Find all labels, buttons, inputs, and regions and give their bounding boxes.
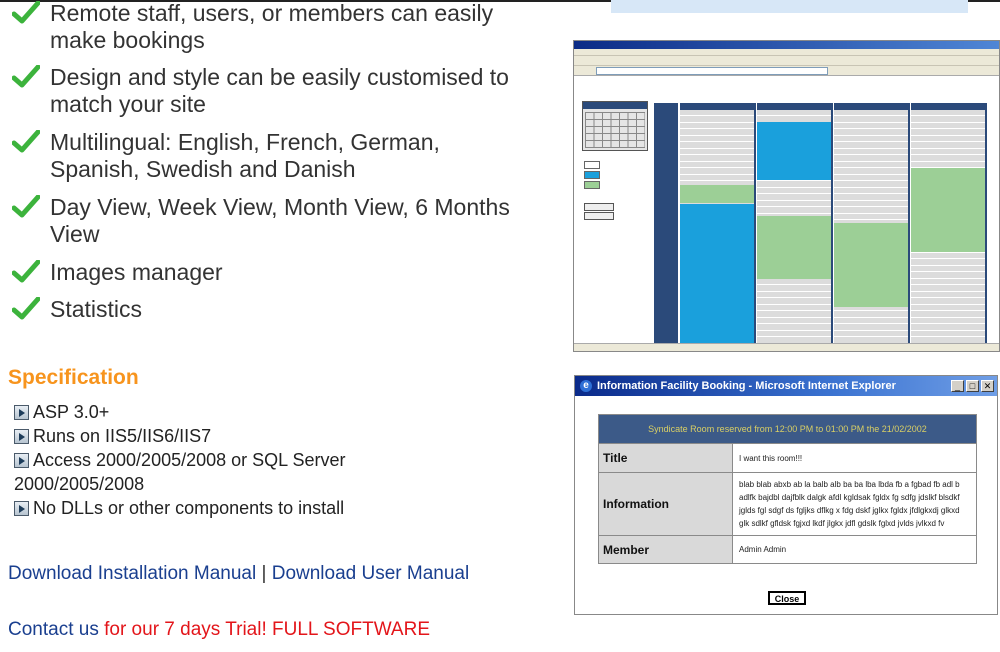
member-label: Member xyxy=(598,535,733,564)
checkmark-icon xyxy=(12,260,40,283)
maximize-icon[interactable]: □ xyxy=(966,380,979,392)
feature-item: Remote staff, users, or members can easi… xyxy=(12,0,520,54)
feature-item: Design and style can be easily customise… xyxy=(12,64,520,118)
feature-text: Statistics xyxy=(50,296,143,322)
browser-titlebar xyxy=(574,41,999,49)
browser-addressbar xyxy=(574,66,999,76)
room-column xyxy=(757,103,833,348)
time-column xyxy=(654,103,678,348)
feature-item: Images manager xyxy=(12,259,520,286)
window-controls: _ □ ✕ xyxy=(951,380,994,392)
top-banner-strip xyxy=(611,0,968,13)
close-icon[interactable]: ✕ xyxy=(981,380,994,392)
spec-item-text: Runs on IIS5/IIS6/IIS7 xyxy=(33,426,212,446)
room-column xyxy=(834,103,910,348)
ie-icon: e xyxy=(580,380,592,392)
legend-available-swatch xyxy=(584,161,600,169)
checkmark-icon xyxy=(12,297,40,320)
reservation-banner: Syndicate Room reserved from 12:00 PM to… xyxy=(598,414,977,444)
browser-menubar xyxy=(574,49,999,56)
title-value: I want this room!!! xyxy=(732,443,977,473)
manual-links: Download Installation Manual | Download … xyxy=(8,563,469,585)
arrow-bullet-icon xyxy=(14,405,29,420)
feature-text: Images manager xyxy=(50,259,223,285)
information-value: blab blab abxb ab la balb alb ba ba lba … xyxy=(732,472,977,536)
room-column xyxy=(911,103,987,348)
feature-item: Multilingual: English, French, German, S… xyxy=(12,129,520,183)
dialog-title: Information Facility Booking - Microsoft… xyxy=(597,380,896,392)
download-installation-manual-link[interactable]: Download Installation Manual xyxy=(8,563,256,584)
checkmark-icon xyxy=(12,195,40,218)
specification-heading: Specification xyxy=(8,366,139,389)
browser-statusbar xyxy=(574,343,999,351)
arrow-bullet-icon xyxy=(14,453,29,468)
spec-item-text: No DLLs or other components to install xyxy=(33,498,345,518)
checkmark-icon xyxy=(12,130,40,153)
spec-item: ASP 3.0+ xyxy=(14,400,434,424)
spec-item: Access 2000/2005/2008 or SQL Server 2000… xyxy=(14,448,434,496)
arrow-bullet-icon xyxy=(14,429,29,444)
booking-info-dialog: e Information Facility Booking - Microso… xyxy=(574,375,998,615)
close-button[interactable]: Close xyxy=(768,591,806,605)
legend-unconfirmed-swatch xyxy=(584,181,600,189)
member-value: Admin Admin xyxy=(732,535,977,564)
mini-calendar xyxy=(582,101,648,151)
feature-text: Multilingual: English, French, German, S… xyxy=(50,129,440,182)
arrow-bullet-icon xyxy=(14,501,29,516)
legend-reserved-swatch xyxy=(584,171,600,179)
trial-text: for our 7 days Trial! FULL SOFTWARE xyxy=(98,619,431,640)
contact-line: Contact us for our 7 days Trial! FULL SO… xyxy=(8,619,430,641)
contact-us-link[interactable]: Contact us xyxy=(8,619,99,640)
title-label: Title xyxy=(598,443,733,473)
feature-text: Remote staff, users, or members can easi… xyxy=(50,0,494,53)
link-separator: | xyxy=(261,563,267,584)
browser-toolbar xyxy=(574,56,999,66)
feature-item: Day View, Week View, Month View, 6 Month… xyxy=(12,194,520,248)
feature-item: Statistics xyxy=(12,296,520,323)
booking-grid-screenshot[interactable] xyxy=(573,40,1000,352)
checkmark-icon xyxy=(12,65,40,88)
booking-info-table: Syndicate Room reserved from 12:00 PM to… xyxy=(598,414,977,564)
specification-list: ASP 3.0+ Runs on IIS5/IIS6/IIS7 Access 2… xyxy=(14,400,434,520)
dialog-titlebar: e Information Facility Booking - Microso… xyxy=(575,376,997,396)
information-label: Information xyxy=(598,472,733,536)
room-column xyxy=(680,103,756,348)
feature-text: Design and style can be easily customise… xyxy=(50,64,509,117)
feature-text: Day View, Week View, Month View, 6 Month… xyxy=(50,194,510,247)
spec-item: No DLLs or other components to install xyxy=(14,496,434,520)
minimize-icon[interactable]: _ xyxy=(951,380,964,392)
spec-item: Runs on IIS5/IIS6/IIS7 xyxy=(14,424,434,448)
register-button xyxy=(584,212,614,220)
spec-item-text: Access 2000/2005/2008 or SQL Server 2000… xyxy=(14,450,346,494)
login-button xyxy=(584,203,614,211)
checkmark-icon xyxy=(12,1,40,24)
spec-item-text: ASP 3.0+ xyxy=(33,402,110,422)
download-user-manual-link[interactable]: Download User Manual xyxy=(272,563,470,584)
